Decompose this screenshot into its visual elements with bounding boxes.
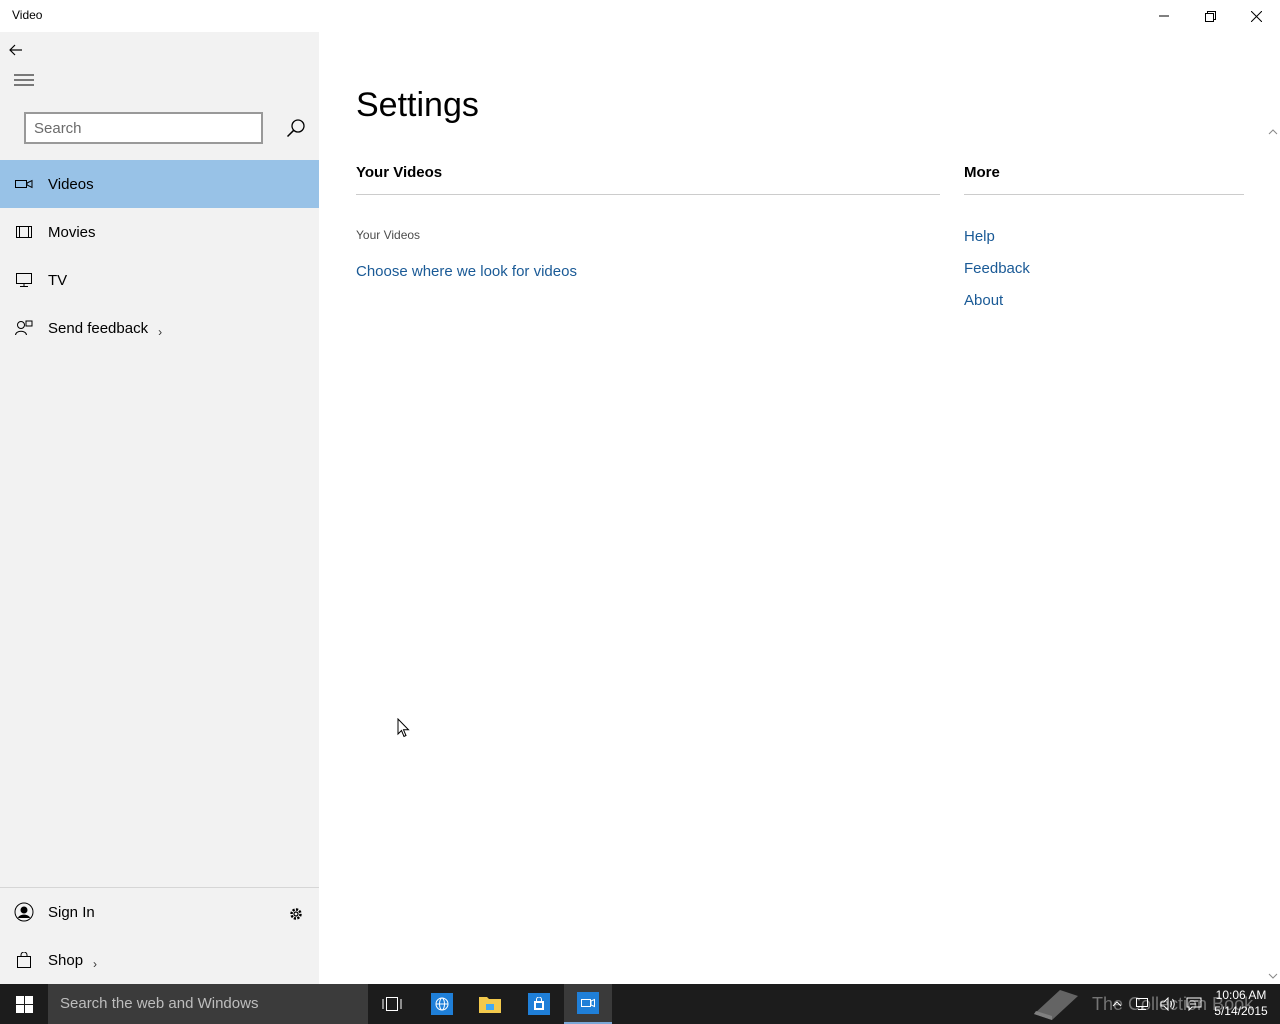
volume-button[interactable] [1156, 984, 1180, 1024]
your-videos-heading: Your Videos [356, 164, 443, 181]
window-title: Video [12, 8, 43, 22]
settings-page: Settings Your Videos Your Videos Choose … [319, 32, 1280, 984]
mouse-cursor-icon [397, 718, 410, 738]
feedback-link[interactable]: Feedback [964, 260, 1030, 277]
sidebar-item-label: TV [48, 271, 68, 289]
taskbar: The Collection Book 10:06 AM 5/14/2015 [0, 984, 1280, 1024]
hamburger-menu-button[interactable] [0, 64, 48, 96]
show-hidden-icons-button[interactable] [1108, 984, 1126, 1024]
action-center-button[interactable] [1182, 984, 1206, 1024]
shopping-bag-icon [0, 936, 48, 984]
start-button[interactable] [0, 984, 48, 1024]
more-heading: More [964, 164, 1000, 181]
chevron-right-icon: › [93, 957, 98, 971]
hamburger-icon [14, 74, 34, 86]
help-link[interactable]: Help [964, 228, 995, 245]
restore-button[interactable] [1187, 0, 1233, 32]
sign-in-label: Sign In [48, 903, 95, 921]
film-icon [0, 208, 48, 256]
store-bag-icon [528, 993, 550, 1015]
volume-icon [1160, 997, 1175, 1011]
sidebar-item-tv[interactable]: TV [0, 256, 319, 304]
shop-label: Shop [48, 951, 84, 969]
back-button[interactable] [0, 34, 32, 66]
network-icon [1136, 998, 1148, 1010]
gear-icon [290, 908, 302, 920]
sidebar-item-label: Movies [48, 223, 96, 241]
taskbar-video-app-button[interactable] [564, 984, 612, 1024]
choose-folders-link[interactable]: Choose where we look for videos [356, 263, 577, 280]
close-icon [1250, 10, 1262, 22]
minimize-icon [1159, 15, 1169, 17]
chevron-right-icon: › [158, 325, 163, 339]
sign-in-button[interactable]: Sign In [0, 888, 319, 936]
about-link[interactable]: About [964, 292, 1003, 309]
search-icon [286, 119, 305, 138]
your-videos-sublabel: Your Videos [356, 228, 421, 242]
search-input[interactable] [24, 112, 263, 144]
taskbar-search-input[interactable] [48, 984, 368, 1024]
sidebar-item-label: Send feedback [48, 319, 149, 337]
search-button[interactable] [280, 112, 312, 144]
page-title: Settings [356, 86, 479, 124]
windows-logo-icon [15, 995, 33, 1013]
book-icon [1034, 990, 1078, 1020]
network-button[interactable] [1130, 984, 1154, 1024]
close-button[interactable] [1233, 0, 1279, 32]
clock-time: 10:06 AM [1215, 988, 1267, 1002]
video-app-icon [577, 992, 599, 1014]
task-view-button[interactable] [368, 984, 416, 1024]
globe-icon [431, 993, 453, 1015]
sidebar: Videos Movies TV Send feedback › Sign In [0, 32, 319, 984]
chevron-up-icon [1112, 1001, 1122, 1007]
minimize-button[interactable] [1141, 0, 1187, 32]
folder-icon [479, 997, 501, 1013]
task-view-icon [382, 997, 402, 1011]
sidebar-item-label: Videos [48, 175, 94, 193]
clock-date: 5/14/2015 [1214, 1004, 1268, 1018]
taskbar-clock[interactable]: 10:06 AM 5/14/2015 [1208, 987, 1274, 1019]
sidebar-item-movies[interactable]: Movies [0, 208, 319, 256]
message-icon [1186, 997, 1202, 1011]
user-avatar-icon [0, 888, 48, 936]
your-videos-divider [356, 194, 940, 195]
taskbar-file-explorer-button[interactable] [466, 984, 514, 1024]
scroll-down-arrow-icon[interactable] [1267, 970, 1279, 982]
restore-icon [1204, 10, 1216, 22]
more-divider [964, 194, 1244, 195]
back-arrow-icon [9, 44, 22, 56]
tv-icon [0, 256, 48, 304]
sidebar-item-videos[interactable]: Videos [0, 160, 319, 208]
feedback-icon [0, 304, 48, 352]
scroll-up-arrow-icon[interactable] [1267, 126, 1279, 138]
taskbar-store-button[interactable] [515, 984, 563, 1024]
settings-button[interactable] [280, 898, 312, 930]
taskbar-browser-button[interactable] [418, 984, 466, 1024]
shop-button[interactable]: Shop › [0, 936, 319, 984]
title-bar: Video [0, 0, 1280, 32]
video-camera-icon [0, 160, 48, 208]
sidebar-item-send-feedback[interactable]: Send feedback › [0, 304, 319, 352]
